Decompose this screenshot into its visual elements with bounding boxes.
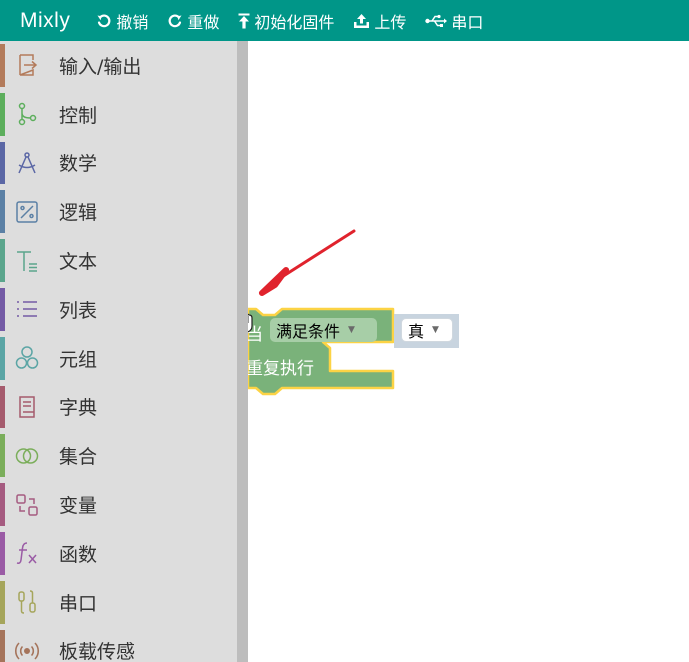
toolbox-sidebar: 输入/输出 控制 数学 逻辑 文本 列表 元组 字典 集合 变量 函数 串口 板… (0, 41, 237, 662)
list-icon (14, 296, 40, 322)
category-color-stripe (0, 190, 5, 234)
category-math[interactable]: 数学 (0, 139, 237, 188)
category-color-stripe (0, 483, 5, 526)
init-firmware-button[interactable]: 初始化固件 (238, 9, 334, 33)
undo-button[interactable]: 撤销 (96, 9, 148, 33)
category-color-stripe (0, 336, 5, 380)
init-firmware-label: 初始化固件 (254, 12, 335, 32)
serial-plug-icon (14, 589, 40, 615)
variable-icon (14, 492, 40, 518)
category-label: 字典 (59, 397, 98, 420)
compass-icon (14, 150, 40, 176)
redo-button[interactable]: 重做 (167, 9, 219, 33)
category-control[interactable]: 控制 (0, 90, 237, 139)
category-color-stripe (0, 92, 5, 136)
category-label: 变量 (59, 495, 98, 518)
category-color-stripe (0, 44, 5, 87)
category-color-stripe (0, 434, 5, 478)
category-color-stripe (0, 629, 5, 662)
category-label: 数学 (59, 153, 98, 176)
category-input-output[interactable]: 输入/输出 (0, 41, 237, 90)
category-label: 逻辑 (59, 202, 98, 225)
input-output-icon (14, 52, 40, 78)
repeat-label: 重复执行 (248, 359, 314, 379)
category-set[interactable]: 集合 (0, 431, 237, 480)
book-icon (14, 394, 40, 420)
condition-dropdown-text: 满足条件 (276, 322, 341, 341)
app-brand: Mixly (20, 8, 71, 32)
category-color-stripe (0, 239, 5, 282)
category-label: 列表 (59, 299, 98, 322)
usb-icon (425, 14, 448, 27)
broadcast-icon (14, 638, 40, 662)
category-color-stripe (0, 141, 5, 185)
category-color-stripe (0, 580, 5, 624)
value-dropdown[interactable]: 真 ▼ (401, 318, 453, 342)
annotation-arrow (259, 229, 356, 296)
top-toolbar: Mixly 撤销 重做 初始化固件 上传 串口 (0, 0, 689, 41)
upload-tray-icon (354, 13, 370, 28)
category-label: 函数 (59, 543, 98, 566)
category-label: 集合 (59, 446, 98, 469)
category-dictionary[interactable]: 字典 (0, 383, 237, 432)
category-function[interactable]: 函数 (0, 529, 237, 578)
text-icon (14, 248, 40, 274)
category-tuple[interactable]: 元组 (0, 334, 237, 383)
serial-button[interactable]: 串口 (425, 9, 483, 33)
drag-cursor-icon (248, 313, 253, 333)
category-logic[interactable]: 逻辑 (0, 187, 237, 236)
serial-label: 串口 (451, 12, 484, 32)
set-venn-icon (14, 443, 40, 469)
category-color-stripe (0, 385, 5, 429)
dropdown-arrow-icon: ▼ (432, 325, 439, 335)
category-label: 输入/输出 (59, 55, 142, 78)
category-color-stripe (0, 531, 5, 575)
category-label: 文本 (59, 251, 98, 274)
category-label: 板载传感 (59, 641, 136, 662)
condition-dropdown[interactable]: 满足条件 ▼ (270, 318, 377, 342)
category-label: 元组 (59, 348, 98, 371)
function-fx-icon (14, 540, 40, 566)
redo-label: 重做 (187, 12, 220, 32)
value-dropdown-text: 真 (408, 322, 425, 341)
logic-icon (14, 199, 40, 225)
category-serial[interactable]: 串口 (0, 578, 237, 627)
blocks-workspace[interactable]: 当 满足条件 ▼ 真 ▼ 重复执行 (248, 41, 689, 662)
redo-icon (168, 13, 182, 27)
category-variable[interactable]: 变量 (0, 480, 237, 529)
sidebar-scrollbar[interactable] (237, 41, 248, 662)
upload-button[interactable]: 上传 (353, 9, 406, 33)
dropdown-arrow-icon: ▼ (348, 325, 355, 335)
upload-label: 上传 (374, 12, 407, 32)
tuple-circles-icon (14, 345, 40, 371)
category-onboard-sensor[interactable]: 板载传感 (0, 627, 237, 662)
category-list[interactable]: 列表 (0, 285, 237, 334)
undo-icon (97, 13, 111, 27)
category-text[interactable]: 文本 (0, 236, 237, 285)
upload-arrow-icon (238, 13, 250, 28)
control-flow-icon (14, 101, 40, 127)
category-color-stripe (0, 287, 5, 331)
category-label: 串口 (59, 592, 98, 615)
undo-label: 撤销 (116, 12, 149, 32)
category-label: 控制 (59, 104, 98, 127)
